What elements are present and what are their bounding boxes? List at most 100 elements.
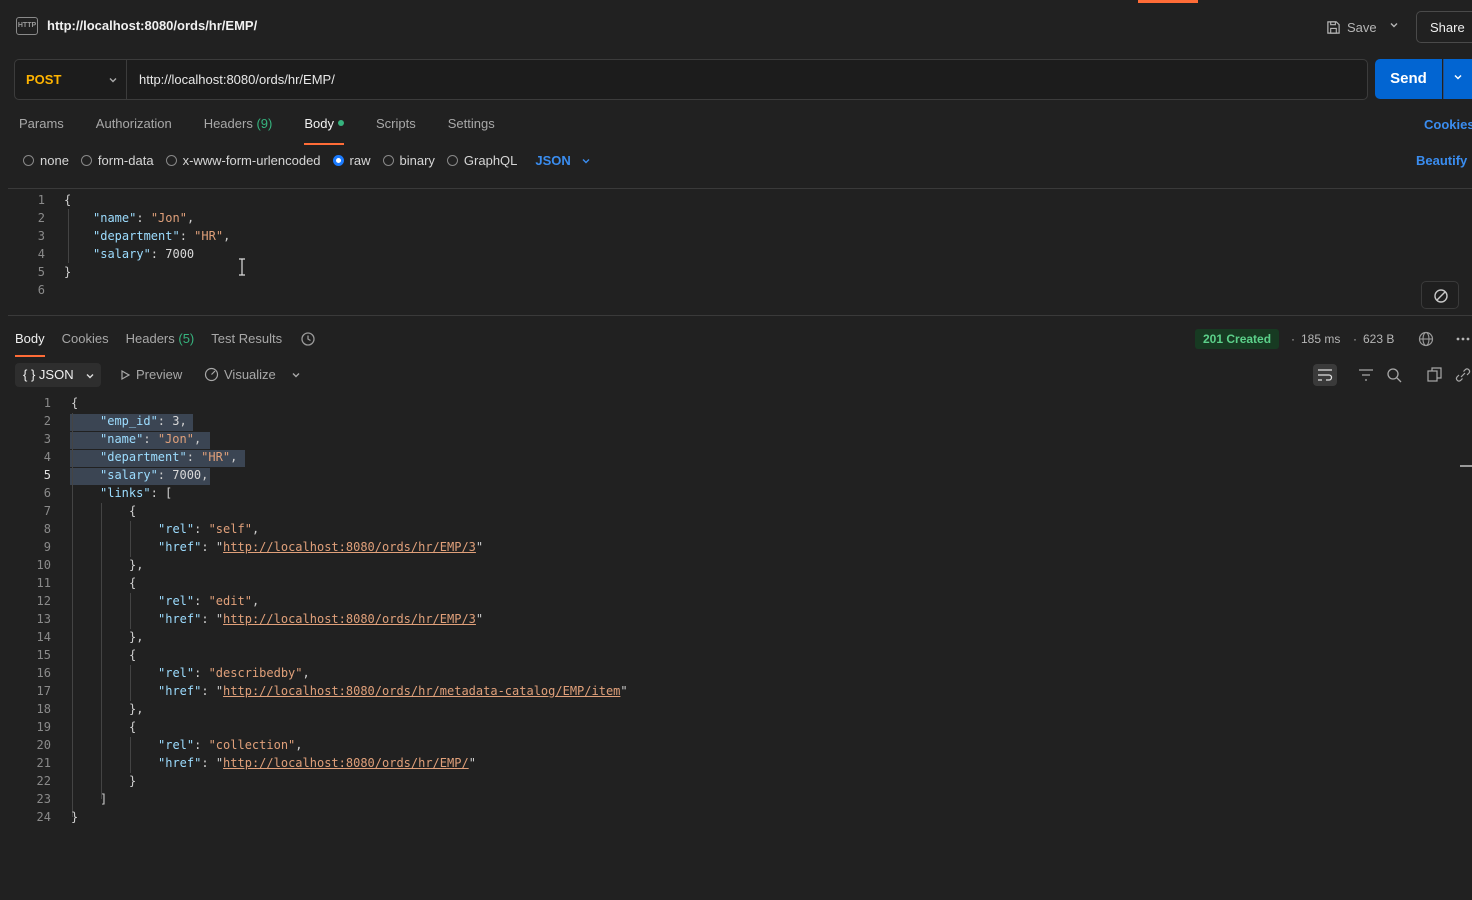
tab-headers[interactable]: Headers (9): [204, 116, 273, 145]
url-link[interactable]: http://localhost:8080/ords/hr/EMP/3: [223, 540, 476, 554]
code-punctuation: :: [201, 540, 216, 554]
tab-response-cookies[interactable]: Cookies: [62, 331, 109, 357]
json-key: "salary": [100, 468, 158, 482]
language-label: JSON: [535, 153, 571, 168]
radio-none[interactable]: none: [23, 153, 69, 168]
line-number: 7: [43, 504, 51, 518]
dot-separator: ·: [1291, 332, 1295, 346]
json-value: "HR": [194, 229, 224, 243]
preview-button[interactable]: Preview: [119, 367, 182, 382]
code-punctuation: ": [215, 540, 224, 554]
request-body-editor[interactable]: 1 2 3 4 5 6 { "name": "Jon", "department…: [8, 188, 1472, 316]
search-icon[interactable]: [1384, 366, 1404, 384]
body-type-selector: none form-data x-www-form-urlencoded raw…: [23, 153, 591, 168]
code-line: "rel": "describedby",: [158, 666, 310, 680]
code-line: "href": "http://localhost:8080/ords/hr/m…: [158, 684, 628, 698]
json-key: "href": [158, 612, 202, 626]
line-number: 2: [37, 211, 45, 225]
line-number: 17: [36, 684, 51, 698]
url-link[interactable]: http://localhost:8080/ords/hr/EMP/3: [223, 612, 476, 626]
code-punctuation: {: [129, 504, 137, 518]
method-select[interactable]: POST: [15, 60, 127, 99]
json-key: "rel": [158, 594, 195, 608]
link-icon[interactable]: [1453, 366, 1472, 384]
tab-scripts[interactable]: Scripts: [376, 116, 416, 145]
radio-raw[interactable]: raw: [332, 153, 371, 168]
ai-assist-button[interactable]: [1421, 281, 1459, 309]
send-options-chevron-down-icon[interactable]: [1443, 59, 1472, 99]
cookies-link[interactable]: Cookies: [1424, 117, 1472, 132]
url-link[interactable]: http://localhost:8080/ords/hr/metadata-c…: [223, 684, 620, 698]
response-format-select[interactable]: { } JSON: [15, 363, 101, 387]
status-badge: 201 Created: [1195, 329, 1280, 349]
radio-form-data[interactable]: form-data: [80, 153, 154, 168]
language-select[interactable]: JSON: [535, 153, 590, 168]
tab-body[interactable]: Body: [304, 116, 344, 145]
line-number: 23: [36, 792, 51, 806]
response-body-viewer[interactable]: 1 {2 "emp_id": 3, 3 "name": "Jon", 4 "departme…: [0, 395, 1462, 835]
share-button[interactable]: Share: [1416, 11, 1472, 43]
copy-icon[interactable]: [1425, 366, 1445, 384]
code-punctuation: ,: [295, 738, 303, 752]
json-value: "edit": [208, 594, 252, 608]
radio-binary[interactable]: binary: [382, 153, 435, 168]
visualize-icon: [204, 367, 219, 382]
chevron-down-icon: [108, 73, 118, 88]
send-button[interactable]: Send: [1375, 59, 1442, 99]
tab-settings[interactable]: Settings: [448, 116, 495, 145]
visualize-button[interactable]: Visualize: [204, 367, 301, 382]
tab-response-headers[interactable]: Headers (5): [126, 331, 195, 357]
json-key: "name": [100, 432, 144, 446]
chevron-down-icon: [292, 372, 300, 377]
indent-guide: [130, 737, 131, 773]
line-number: 16: [36, 666, 51, 680]
line-number: 19: [36, 720, 51, 734]
code-punctuation: },: [129, 558, 144, 572]
json-key: "department": [100, 450, 187, 464]
save-button[interactable]: Save: [1326, 16, 1377, 38]
code-line: {: [129, 504, 136, 518]
url-link[interactable]: http://localhost:8080/ords/hr/EMP/: [223, 756, 469, 770]
radio-raw-label: raw: [349, 153, 371, 168]
code-punctuation: : [: [150, 486, 173, 500]
json-key: "rel": [158, 738, 195, 752]
save-options-chevron-down-icon[interactable]: [1389, 18, 1399, 33]
json-value: 7000: [165, 247, 195, 261]
radio-circle: [165, 155, 177, 166]
code-line: },: [129, 558, 143, 572]
code-punctuation: ": [620, 684, 628, 698]
code-line: {: [129, 720, 136, 734]
indent-guide: [130, 593, 131, 629]
code-line: "name": "Jon",: [93, 211, 195, 225]
code-line: }: [71, 810, 78, 824]
line-number: 6: [43, 486, 51, 500]
request-title[interactable]: http://localhost:8080/ords/hr/EMP/: [47, 18, 257, 33]
wrap-lines-button[interactable]: [1313, 364, 1337, 386]
history-icon[interactable]: [300, 331, 316, 347]
scrollbar-marker[interactable]: [1460, 465, 1472, 467]
line-number: 1: [43, 396, 51, 410]
radio-graphql[interactable]: GraphQL: [446, 153, 517, 168]
globe-icon[interactable]: [1418, 331, 1434, 347]
radio-urlencoded[interactable]: x-www-form-urlencoded: [165, 153, 321, 168]
code-punctuation: :: [157, 468, 173, 482]
tab-test-results[interactable]: Test Results: [211, 331, 282, 357]
chevron-down-icon: [86, 374, 94, 379]
filter-icon[interactable]: [1356, 366, 1376, 384]
tab-params[interactable]: Params: [19, 116, 64, 145]
response-size: 623 B: [1363, 332, 1395, 346]
json-key: "href": [158, 684, 202, 698]
tab-authorization[interactable]: Authorization: [96, 116, 172, 145]
beautify-button[interactable]: Beautify: [1416, 153, 1467, 168]
radio-circle: [382, 155, 394, 166]
line-number: 6: [37, 283, 45, 297]
preview-label: Preview: [136, 367, 183, 382]
more-options-icon[interactable]: [1455, 331, 1471, 347]
code-punctuation: :: [143, 432, 158, 446]
json-key: "emp_id": [100, 414, 158, 428]
url-input[interactable]: [139, 60, 1339, 99]
line-number: 11: [36, 576, 51, 590]
json-value: "describedby": [208, 666, 303, 680]
tab-response-body[interactable]: Body: [15, 331, 45, 357]
line-number: 20: [36, 738, 51, 752]
